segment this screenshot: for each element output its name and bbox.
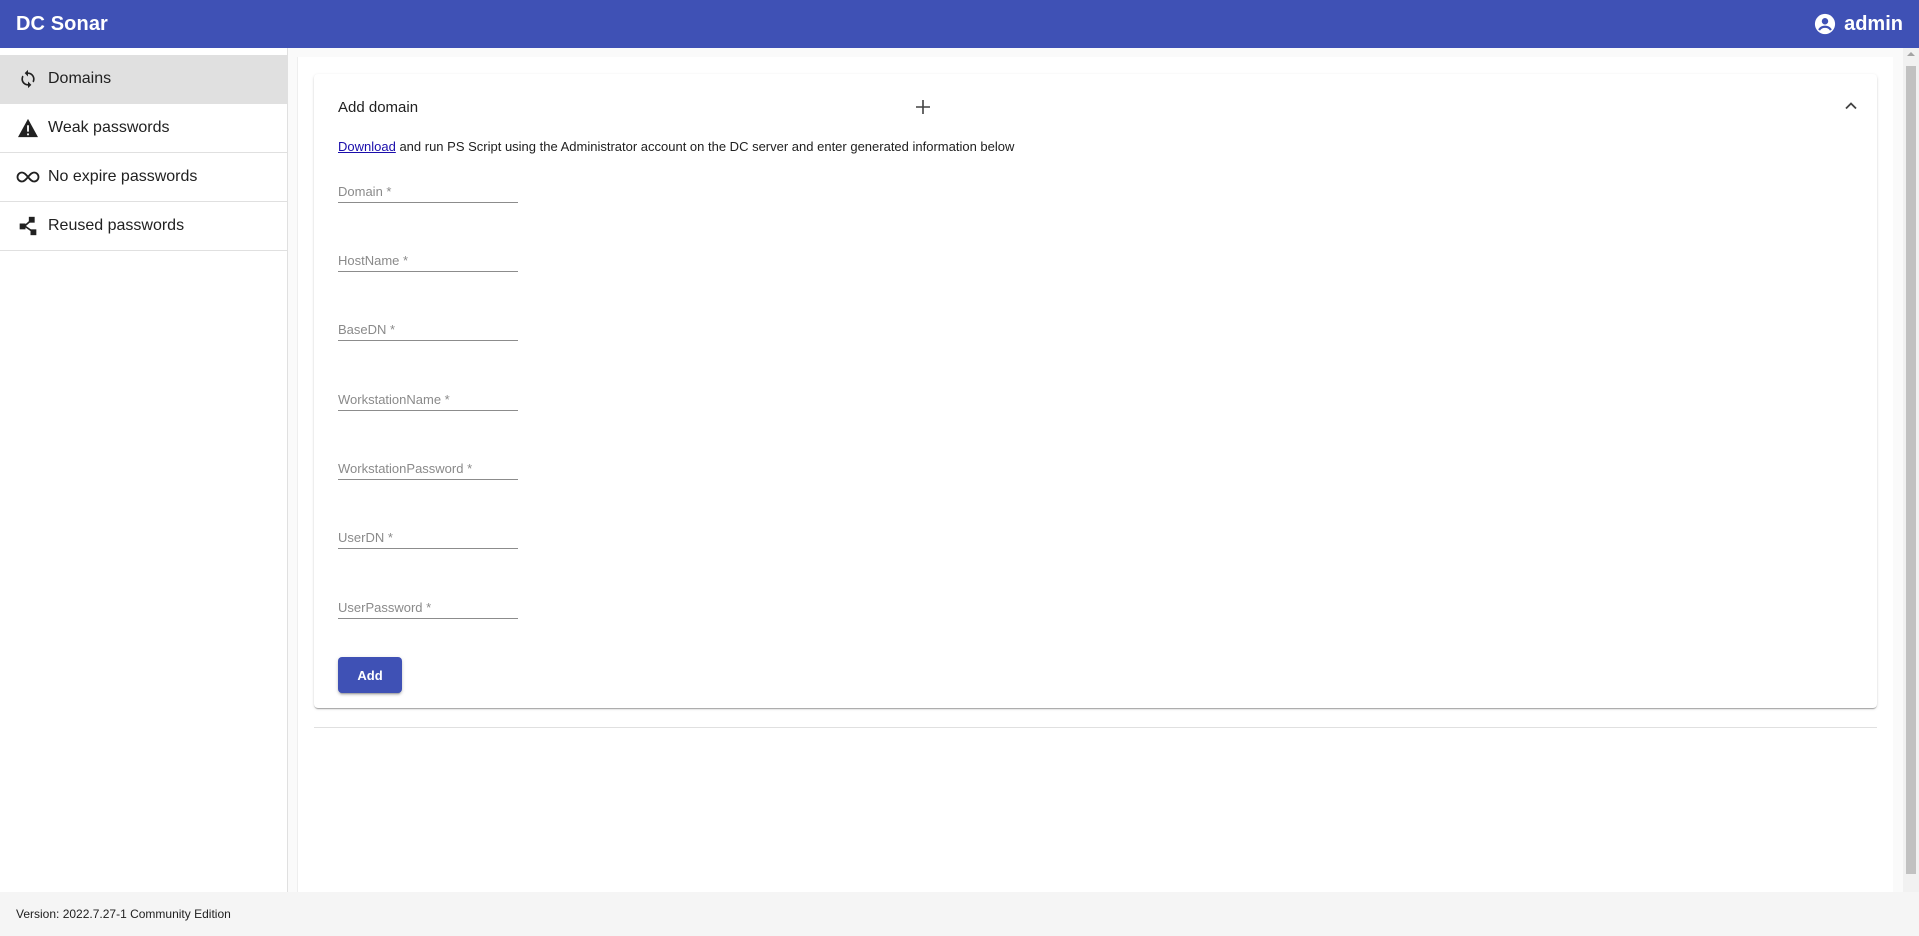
footer: Version: 2022.7.27-1 Community Edition	[0, 892, 1919, 936]
sidebar-item-reused-passwords[interactable]: Reused passwords	[0, 202, 287, 251]
sidebar-item-domains[interactable]: Domains	[0, 55, 287, 104]
panel-title: Add domain	[338, 99, 419, 116]
sidebar-item-label: No expire passwords	[48, 168, 198, 185]
user-password-input[interactable]	[338, 589, 518, 618]
sidebar-item-weak-passwords[interactable]: Weak passwords	[0, 104, 287, 153]
userdn-input[interactable]	[338, 519, 518, 548]
app-title: DC Sonar	[16, 12, 108, 35]
sync-icon	[16, 67, 40, 91]
plus-icon	[913, 97, 933, 117]
domain-input[interactable]	[338, 173, 518, 202]
hostname-input[interactable]	[338, 242, 518, 271]
basedn-field[interactable]	[338, 311, 518, 341]
basedn-input[interactable]	[338, 311, 518, 340]
workstation-name-field[interactable]	[338, 381, 518, 411]
workstation-password-input[interactable]	[338, 450, 518, 479]
divider	[314, 727, 1877, 728]
infinity-icon	[16, 165, 40, 189]
instructions-text: Download and run PS Script using the Adm…	[338, 139, 1014, 154]
sidebar-item-label: Weak passwords	[48, 119, 170, 136]
app-bar: DC Sonar admin	[0, 0, 1919, 48]
userdn-field[interactable]	[338, 519, 518, 549]
warning-icon	[16, 116, 40, 140]
main-content: Add domain Download and run PS Script us…	[297, 57, 1893, 892]
add-button[interactable]: Add	[338, 657, 402, 693]
sidebar: Domains Weak passwords No expire passwor…	[0, 48, 288, 892]
user-menu[interactable]: admin	[1814, 13, 1903, 36]
workstation-name-input[interactable]	[338, 381, 518, 410]
share-icon	[16, 214, 40, 238]
scrollbar[interactable]	[1903, 48, 1919, 892]
download-link[interactable]: Download	[338, 139, 396, 154]
scroll-thumb[interactable]	[1906, 66, 1916, 874]
user-name: admin	[1844, 12, 1903, 35]
hostname-field[interactable]	[338, 242, 518, 272]
chevron-up-icon[interactable]	[1841, 96, 1861, 116]
sidebar-item-label: Reused passwords	[48, 217, 185, 234]
scroll-up-arrow-icon[interactable]	[1907, 52, 1915, 56]
user-password-field[interactable]	[338, 589, 518, 619]
add-domain-panel: Add domain Download and run PS Script us…	[314, 74, 1877, 708]
workstation-password-field[interactable]	[338, 450, 518, 480]
sidebar-item-no-expire-passwords[interactable]: No expire passwords	[0, 153, 287, 202]
version-text: Version: 2022.7.27-1 Community Edition	[16, 907, 231, 921]
account-circle-icon	[1814, 13, 1836, 35]
sidebar-item-label: Domains	[48, 70, 112, 87]
domain-field[interactable]	[338, 173, 518, 203]
instructions-body: and run PS Script using the Administrato…	[395, 139, 1015, 154]
add-domain-panel-header[interactable]: Add domain	[314, 74, 1877, 138]
